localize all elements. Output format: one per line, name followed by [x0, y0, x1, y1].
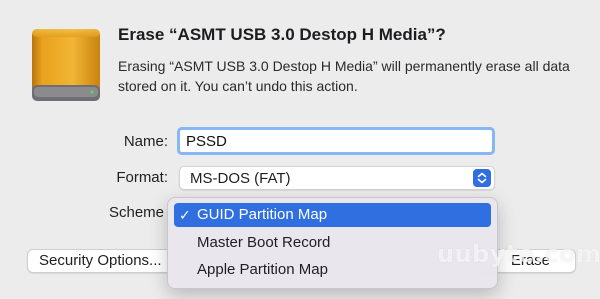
- external-drive-icon: [32, 29, 100, 101]
- dialog-message: Erasing “ASMT USB 3.0 Destop H Media” wi…: [118, 58, 570, 94]
- scheme-dropdown-menu: ✓ GUID Partition Map Master Boot Record …: [167, 197, 498, 289]
- erase-dialog: Erase “ASMT USB 3.0 Destop H Media”? Era…: [0, 0, 600, 299]
- menu-item-label: Master Boot Record: [197, 234, 331, 251]
- menu-item-label: GUID Partition Map: [197, 206, 328, 223]
- checkmark-icon: ✓: [179, 207, 191, 223]
- name-label: Name:: [123, 133, 168, 150]
- security-options-button[interactable]: Security Options...: [27, 249, 177, 273]
- name-field[interactable]: [177, 127, 495, 155]
- menu-item-label: Apple Partition Map: [197, 261, 328, 278]
- menu-item-apple-partition-map[interactable]: Apple Partition Map: [174, 258, 491, 282]
- chevron-up-down-icon: [473, 169, 491, 187]
- menu-item-master-boot-record[interactable]: Master Boot Record: [174, 231, 491, 255]
- format-select[interactable]: MS-DOS (FAT): [179, 166, 495, 190]
- scheme-label: Scheme: [108, 204, 164, 221]
- format-label: Format:: [116, 169, 168, 186]
- format-value: MS-DOS (FAT): [190, 170, 291, 187]
- dialog-title: Erase “ASMT USB 3.0 Destop H Media”?: [118, 25, 446, 44]
- menu-item-guid-partition-map[interactable]: ✓ GUID Partition Map: [174, 203, 491, 227]
